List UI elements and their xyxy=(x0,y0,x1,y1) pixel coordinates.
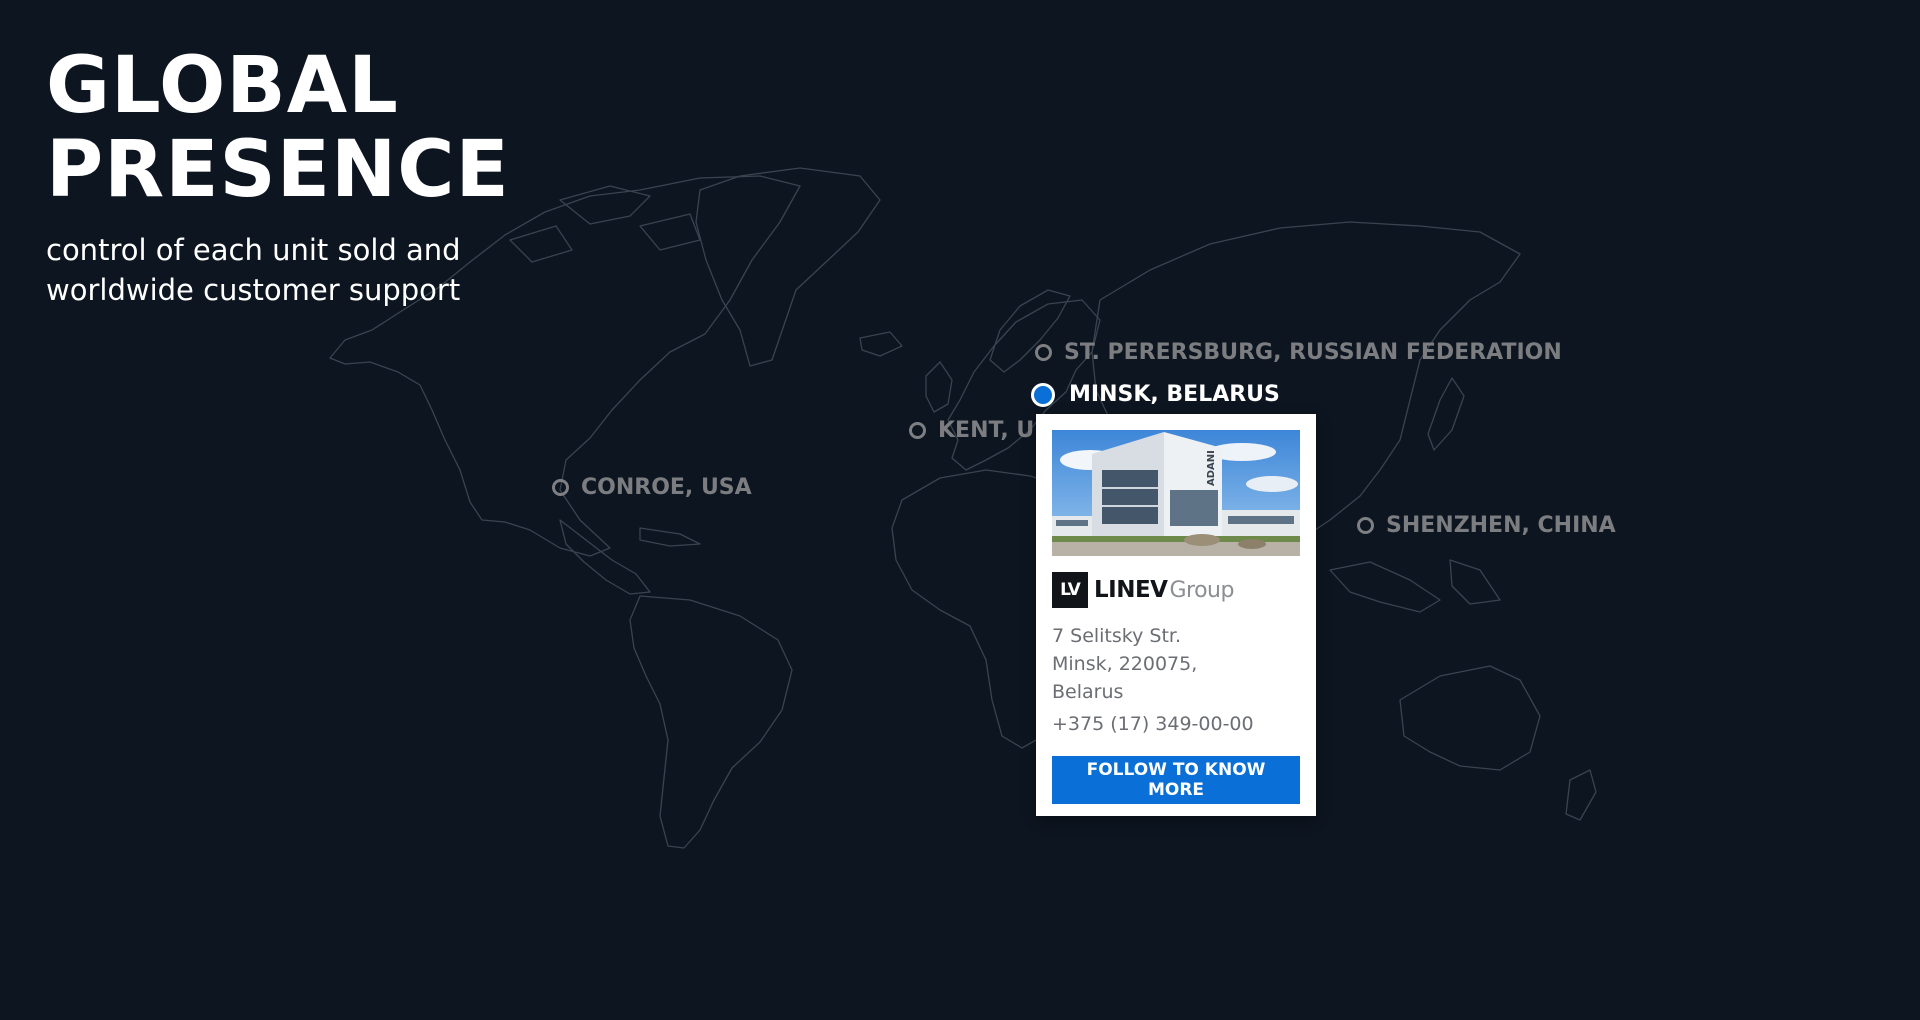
map-uk xyxy=(925,361,953,413)
map-japan xyxy=(1427,377,1465,451)
map-greenland xyxy=(695,167,881,367)
location-marker-icon xyxy=(552,479,569,496)
location-marker-icon xyxy=(1035,344,1052,361)
company-logo-group: Group xyxy=(1169,577,1234,603)
location-pin-st-petersburg[interactable]: ST. PERERSBURG, RUSSIAN FEDERATION xyxy=(1035,340,1562,365)
location-label: MINSK, BELARUS xyxy=(1069,382,1280,407)
hero: GLOBAL PRESENCE control of each unit sol… xyxy=(46,44,516,310)
location-marker-icon xyxy=(1357,517,1374,534)
location-label: SHENZHEN, CHINA xyxy=(1386,513,1616,538)
location-pin-minsk[interactable]: MINSK, BELARUS xyxy=(1031,382,1280,407)
address-line: 7 Selitsky Str. xyxy=(1052,625,1182,647)
global-presence-section: GLOBAL PRESENCE control of each unit sol… xyxy=(0,0,1920,1020)
map-iceland xyxy=(859,331,903,357)
location-pin-shenzhen[interactable]: SHENZHEN, CHINA xyxy=(1357,513,1616,538)
map-australia xyxy=(1399,665,1541,771)
map-se-asia xyxy=(1329,559,1501,613)
company-logo-mark: LV xyxy=(1052,572,1088,608)
phone-number: +375 (17) 349-00-00 xyxy=(1052,713,1254,735)
page-subtitle: control of each unit sold and worldwide … xyxy=(46,233,461,307)
map-arctic-islands xyxy=(509,185,701,263)
location-label: CONROE, USA xyxy=(581,475,752,500)
map-new-zealand xyxy=(1565,769,1597,821)
follow-to-know-more-button[interactable]: FOLLOW TO KNOW MORE xyxy=(1052,756,1300,804)
address-block: 7 Selitsky Str. Minsk, 220075, Belarus xyxy=(1052,622,1300,706)
company-logo-word: LINEV xyxy=(1094,577,1168,603)
address-line: Minsk, 220075, xyxy=(1052,653,1198,675)
office-building-photo: ADANI xyxy=(1052,430,1300,556)
location-info-card: ADANI LV LINEV Group 7 Selitsky Str. Min… xyxy=(1036,414,1316,816)
location-label: ST. PERERSBURG, RUSSIAN FEDERATION xyxy=(1064,340,1562,365)
map-central-america xyxy=(559,519,651,595)
address-line: Belarus xyxy=(1052,681,1124,703)
building-sign: ADANI xyxy=(1206,450,1217,486)
map-caribbean xyxy=(639,527,701,547)
page-title: GLOBAL PRESENCE xyxy=(46,41,510,215)
location-marker-icon xyxy=(909,422,926,439)
location-pin-conroe[interactable]: CONROE, USA xyxy=(552,475,752,500)
map-south-america xyxy=(629,595,793,849)
company-logo: LV LINEV Group xyxy=(1052,572,1300,608)
location-marker-active-icon xyxy=(1031,382,1055,407)
